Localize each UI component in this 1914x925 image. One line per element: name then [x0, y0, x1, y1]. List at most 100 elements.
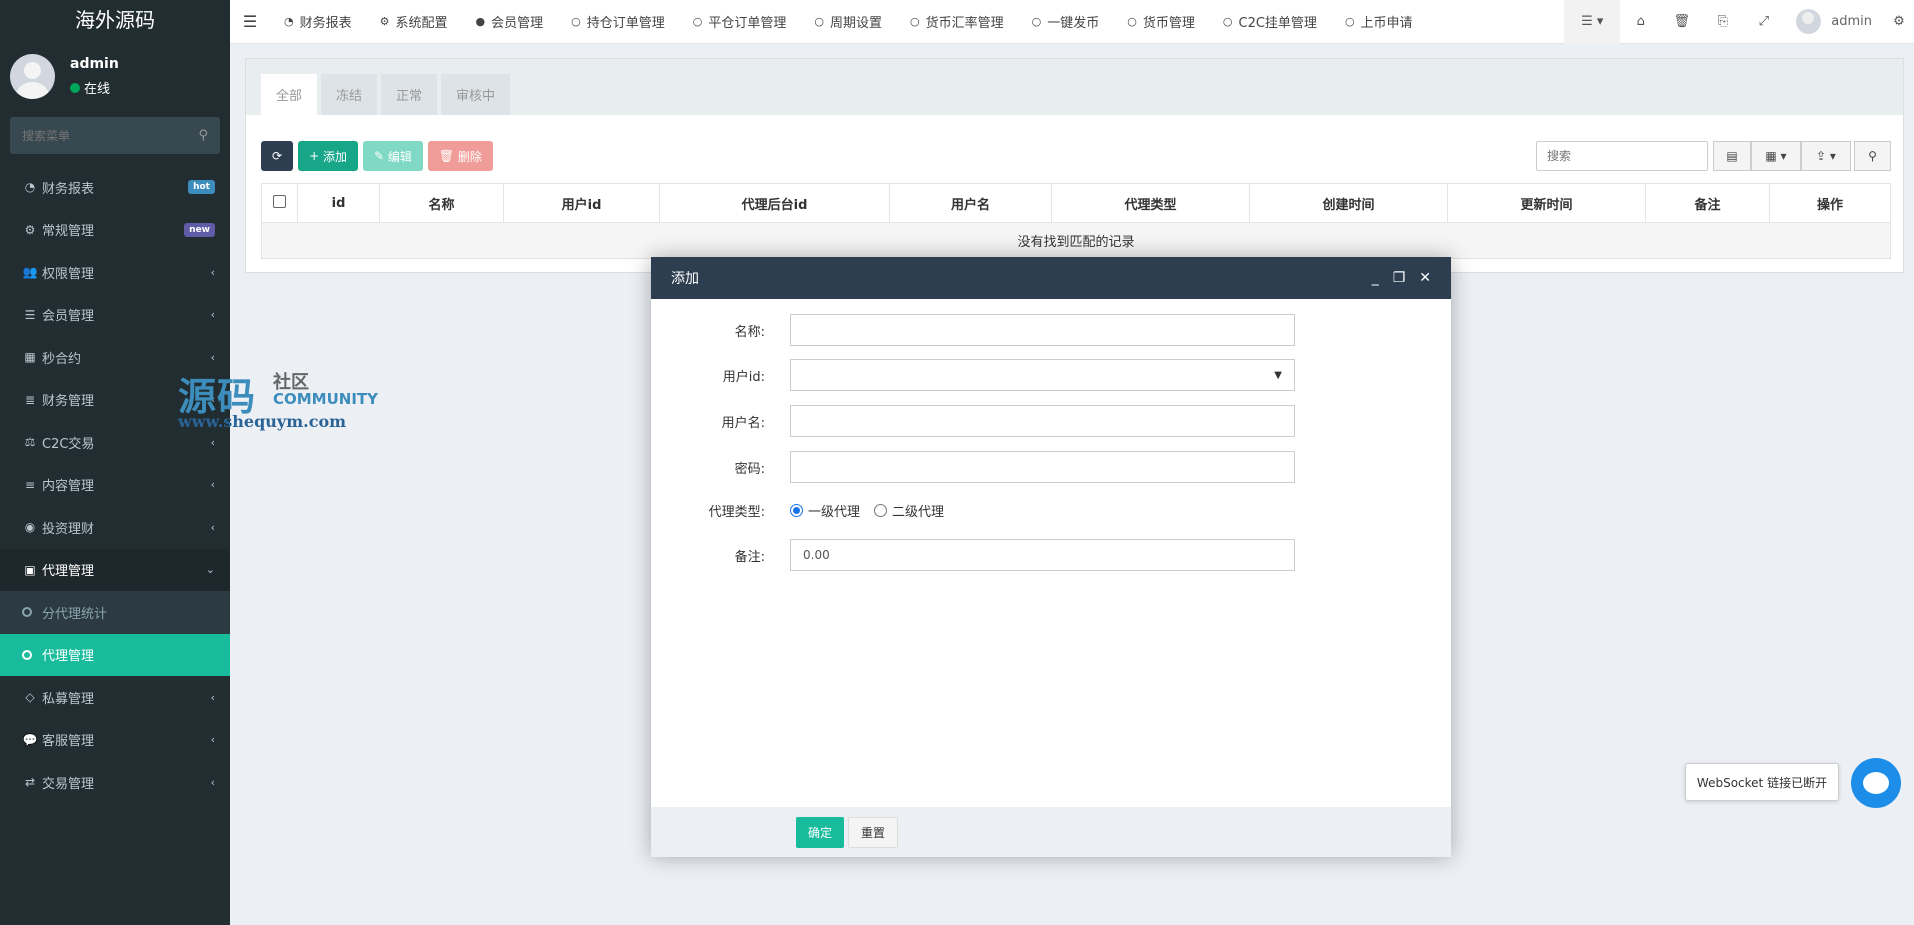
tab-issue-coin[interactable]: ○ 一键发币: [1018, 0, 1114, 44]
tab-normal[interactable]: 正常: [381, 74, 438, 115]
app-logo[interactable]: 海外源码: [0, 0, 230, 37]
add-button[interactable]: + 添加: [298, 141, 358, 171]
maximize-icon[interactable]: ❐: [1393, 270, 1406, 286]
sidebar-item-agent-stats[interactable]: 分代理统计: [0, 591, 230, 634]
remark-input[interactable]: 0.00: [790, 539, 1295, 571]
circle-icon: ○: [1344, 15, 1355, 28]
search-icon[interactable]: ⚲: [1854, 141, 1891, 171]
agent-type-level1-label[interactable]: 一级代理: [808, 501, 860, 520]
sidebar-item-content[interactable]: ≡ 内容管理 ‹: [0, 464, 230, 507]
delete-button[interactable]: 🗑 删除: [427, 141, 493, 171]
avatar: [10, 54, 55, 99]
column-header[interactable]: 备注: [1645, 183, 1770, 223]
column-header[interactable]: 代理类型: [1051, 183, 1250, 223]
sidebar-item-finance-report[interactable]: ◔ 财务报表 hot: [0, 166, 230, 209]
columns-dropdown-icon[interactable]: ▦ ▾: [1751, 141, 1801, 171]
column-header[interactable]: 更新时间: [1447, 183, 1646, 223]
confirm-button[interactable]: 确定: [796, 816, 845, 848]
chevron-left-icon: ‹: [210, 690, 215, 704]
fullscreen-icon[interactable]: ⤢: [1743, 0, 1784, 44]
column-header[interactable]: 用户id: [503, 183, 660, 223]
userid-select[interactable]: ▼: [790, 359, 1295, 391]
home-icon[interactable]: ⌂: [1620, 0, 1661, 44]
sidebar-item-auth[interactable]: 👥 权限管理 ‹: [0, 251, 230, 294]
agent-type-level2-radio[interactable]: [874, 504, 888, 517]
sidebar-item-label: 私募管理: [42, 691, 95, 707]
name-input[interactable]: [790, 314, 1295, 346]
plus-icon: +: [309, 149, 323, 163]
cogs-icon[interactable]: ⚙: [1884, 0, 1914, 44]
watermark-en-text: COMMUNITY: [273, 390, 379, 408]
tab-frozen[interactable]: 冻结: [321, 74, 378, 115]
column-header[interactable]: id: [297, 183, 380, 223]
websocket-tip: WebSocket 链接已断开: [1685, 763, 1839, 801]
tab-exchange-rate[interactable]: ○ 货币汇率管理: [896, 0, 1018, 44]
chat-button[interactable]: [1851, 758, 1901, 808]
tab-period-settings[interactable]: ○ 周期设置: [800, 0, 896, 44]
menu-search-input[interactable]: [22, 128, 172, 143]
sidebar-item-member[interactable]: ☰ 会员管理 ‹: [0, 294, 230, 337]
select-all-checkbox-cell: [261, 183, 298, 223]
password-input[interactable]: [790, 451, 1295, 483]
sidebar-item-invest[interactable]: ◉ 投资理财 ‹: [0, 506, 230, 549]
align-left-icon: ≡: [24, 477, 36, 492]
edit-button[interactable]: ✎ 编辑: [362, 141, 423, 171]
tab-system-config[interactable]: ⚙ 系统配置: [366, 0, 462, 44]
tab-label: 周期设置: [830, 16, 883, 31]
online-dot-icon: [70, 82, 80, 93]
username-input[interactable]: [790, 405, 1295, 437]
tab-label: 持仓订单管理: [586, 16, 665, 31]
trash-icon[interactable]: 🗑: [1661, 0, 1702, 44]
dialog-footer: 确定 重置: [651, 807, 1451, 857]
close-icon[interactable]: ✕: [1419, 270, 1431, 286]
tab-reviewing[interactable]: 审核中: [441, 74, 511, 115]
topbar-user[interactable]: admin: [1784, 9, 1884, 34]
search-icon[interactable]: ⚲: [198, 128, 208, 143]
column-header[interactable]: 用户名: [889, 183, 1052, 223]
toggle-view-icon[interactable]: ▤: [1713, 141, 1751, 171]
agent-type-level1-radio[interactable]: [790, 504, 803, 517]
circle-icon: [22, 649, 32, 660]
export-dropdown-icon[interactable]: ⇪ ▾: [1801, 141, 1851, 171]
username-label: 用户名:: [721, 415, 765, 431]
sidebar-item-agent-group[interactable]: ▣ 代理管理 ⌄: [0, 548, 230, 591]
sidebar-item-customer-service[interactable]: 💬 客服管理 ‹: [0, 719, 230, 762]
tab-c2c-orders[interactable]: ○ C2C挂单管理: [1209, 0, 1331, 44]
watermark-url: www.shequym.com: [178, 412, 347, 431]
pencil-icon: ✎: [373, 149, 388, 163]
tab-closed-orders[interactable]: ○ 平仓订单管理: [679, 0, 801, 44]
sidebar-item-agent-manage[interactable]: 代理管理: [0, 633, 230, 676]
sidebar-item-private-equity[interactable]: ◇ 私募管理 ‹: [0, 676, 230, 719]
new-badge: new: [184, 222, 215, 237]
tab-position-orders[interactable]: ○ 持仓订单管理: [557, 0, 679, 44]
tab-list-dropdown-icon[interactable]: ☰ ▾: [1564, 0, 1621, 44]
dialog-header: 添加 _ ❐ ✕: [651, 257, 1451, 299]
refresh-button[interactable]: ⟳: [261, 141, 294, 171]
sidebar-toggle-icon[interactable]: ☰: [230, 12, 270, 31]
column-header[interactable]: 代理后台id: [659, 183, 890, 223]
form-row-agent-type: 代理类型: 一级代理 二级代理: [651, 501, 1451, 520]
user-status: 在线: [70, 78, 110, 97]
tab-all[interactable]: 全部: [261, 74, 318, 115]
column-header[interactable]: 创建时间: [1249, 183, 1448, 223]
tab-label: 会员管理: [491, 16, 544, 31]
tab-finance-report[interactable]: ◔ 财务报表: [270, 0, 366, 44]
sidebar-item-general[interactable]: ⚙ 常规管理 new: [0, 209, 230, 252]
language-icon[interactable]: ⎘: [1702, 0, 1743, 44]
form-row-userid: 用户id: ▼: [651, 359, 1451, 391]
tab-member[interactable]: ● 会员管理: [462, 0, 558, 44]
reset-button[interactable]: 重置: [848, 816, 899, 848]
dialog-title: 添加: [671, 271, 699, 287]
data-table: id 名称 用户id 代理后台id 用户名 代理类型 创建时间 更新时间 备注 …: [261, 183, 1891, 259]
select-all-checkbox[interactable]: [273, 194, 286, 208]
tab-listing-apply[interactable]: ○ 上币申请: [1331, 0, 1427, 44]
circle-icon: ○: [814, 15, 824, 28]
table-search-input[interactable]: [1536, 141, 1708, 171]
minimize-icon[interactable]: _: [1372, 270, 1379, 286]
sidebar-item-trade[interactable]: ⇄ 交易管理 ‹: [0, 761, 230, 804]
agent-type-level2-label[interactable]: 二级代理: [892, 501, 944, 520]
column-header[interactable]: 名称: [379, 183, 504, 223]
tab-currency[interactable]: ○ 货币管理: [1113, 0, 1209, 44]
chat-bubble-icon: [1863, 772, 1889, 794]
tab-label: 上币申请: [1360, 16, 1413, 31]
